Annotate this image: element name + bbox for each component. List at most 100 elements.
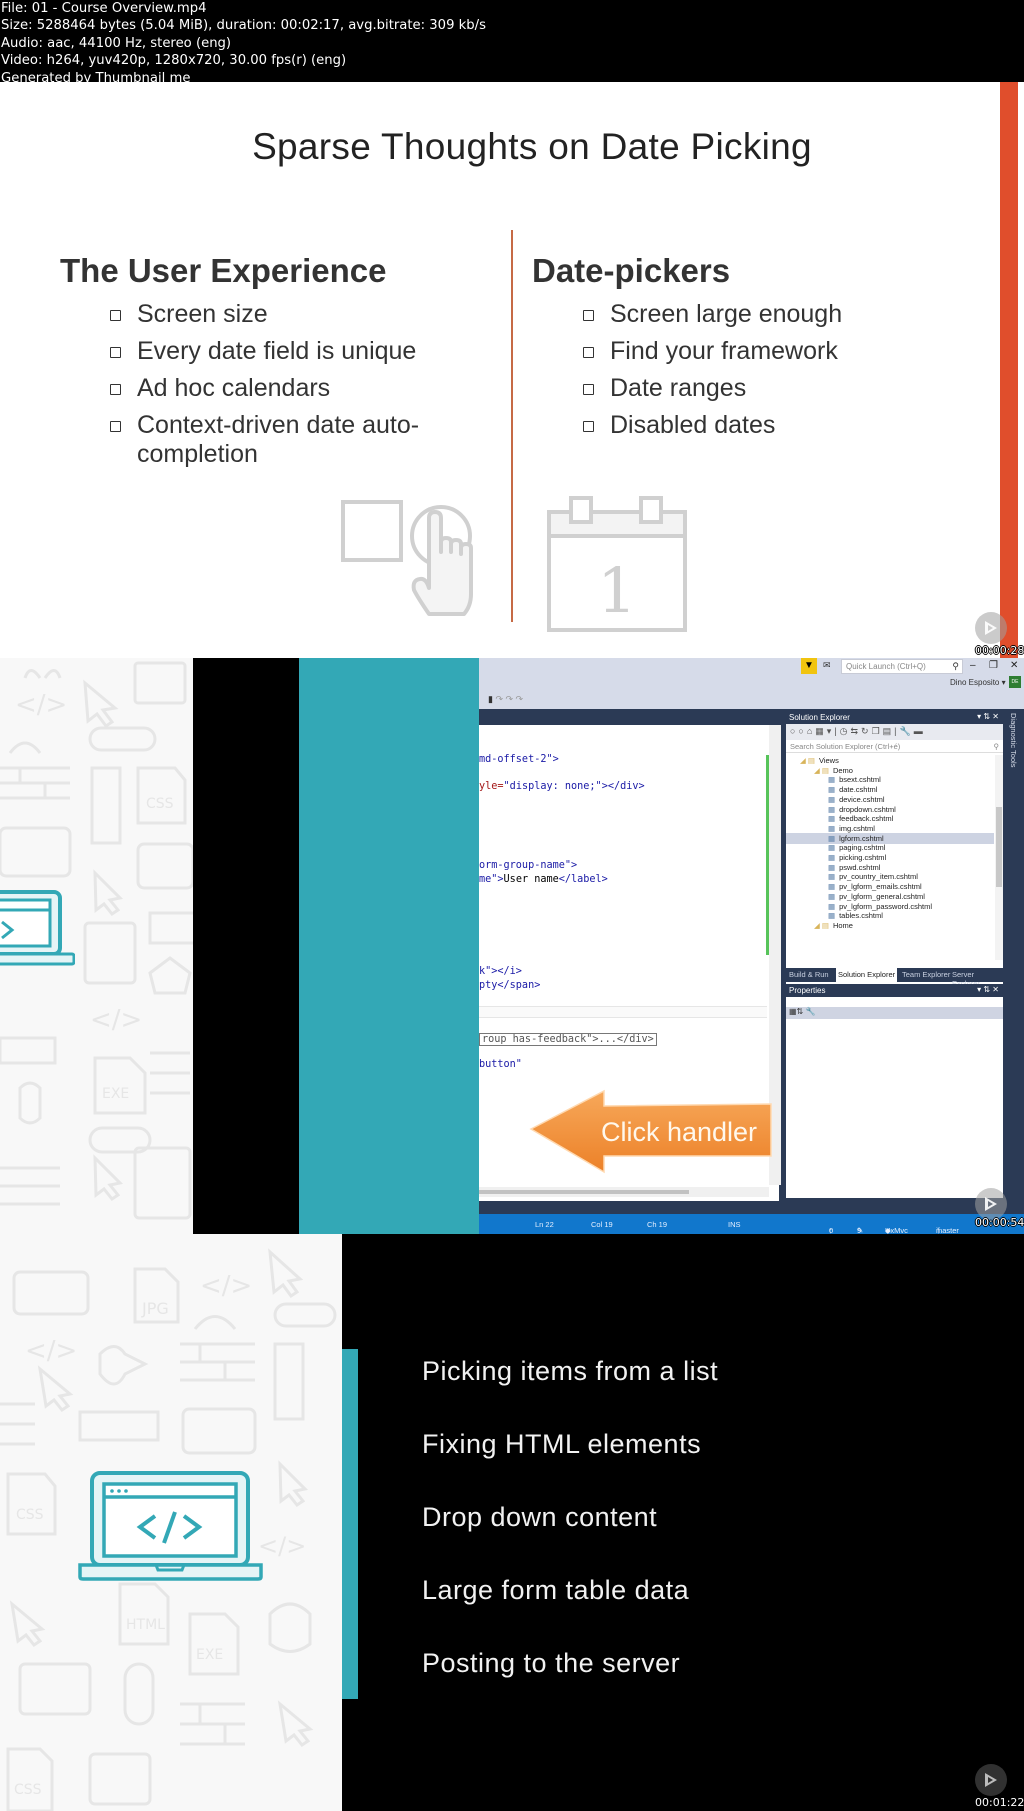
outline-item: Posting to the server <box>422 1648 681 1678</box>
status-insert-mode: INS <box>728 1220 741 1229</box>
folder-icon: ◢ ▤ <box>800 756 815 765</box>
properties-panel: Properties ▾ ⇅ ✕ ▦⇅ 🔧 <box>786 984 1003 1198</box>
svg-text:</>: </> <box>258 1532 306 1560</box>
feedback-icon[interactable]: ✉ <box>823 660 831 671</box>
solution-explorer-header: Solution Explorer ▾ ⇅ ✕ <box>786 711 1003 724</box>
video-file-info: File: 01 - Course Overview.mp4 Size: 528… <box>0 0 1024 86</box>
properties-header: Properties ▾ ⇅ ✕ <box>786 984 1003 997</box>
calendar-day-number: 1 <box>597 554 636 627</box>
tree-folder[interactable]: ◢ ▤ Home <box>786 920 853 931</box>
thumbnail-frame-3: JPG </> </> CSS </> HTML EXE CSS Picking… <box>0 1234 1024 1811</box>
visual-studio-window: ▼ ✉ Quick Launch (Ctrl+Q) ⚲ – ❐ ✕ Dino E… <box>479 658 1024 1234</box>
editor-horizontal-scrollbar[interactable] <box>479 1187 769 1197</box>
svg-text:CSS: CSS <box>16 1507 44 1523</box>
search-icon: ⚲ <box>952 661 959 671</box>
code-line: yle="display: none;"></div> <box>479 781 645 792</box>
cshtml-file-icon: ▦ <box>828 785 836 795</box>
solution-explorer-toolbar[interactable]: ○○⌂▦▾|◷⇆↻❐▤|🔧▬ <box>786 724 1003 740</box>
touch-tap-icon <box>341 500 473 616</box>
checkbox-bullet-icon <box>110 421 121 432</box>
checkbox-bullet-icon <box>110 384 121 395</box>
audio-info-line: Audio: aac, 44100 Hz, stereo (eng) <box>1 35 232 51</box>
checkbox-bullet-icon <box>583 421 594 432</box>
bookmark-toolbar[interactable]: ▮ ↷ ↷ ↷ <box>488 694 523 705</box>
svg-text:EXE: EXE <box>102 1086 129 1102</box>
thumbnail-frame-2: </> CSS </> EXE ▼ ✉ Quick Launch (Ctrl+Q… <box>0 658 1024 1234</box>
checkbox-bullet-icon <box>583 347 594 358</box>
signed-in-user[interactable]: Dino Esposito ▾ <box>950 678 1006 687</box>
outline-item: Large form table data <box>422 1575 690 1605</box>
cshtml-file-icon: ▦ <box>828 882 836 892</box>
tree-scrollbar[interactable] <box>995 755 1003 960</box>
bullet-item: Context-driven date auto-completion <box>110 411 490 469</box>
status-bar: Ln 22 Col 19 Ch 19 INS ↑ 0 ✎ 9 ◆ UxMvc ᛉ… <box>479 1214 1024 1234</box>
cshtml-file-icon: ▦ <box>828 862 836 872</box>
teal-band <box>299 658 479 1234</box>
checkbox-bullet-icon <box>110 310 121 321</box>
callout-text: Click handler <box>601 1117 757 1147</box>
folder-icon: ◢ ▤ <box>814 920 829 930</box>
bullet-item: Screen size <box>110 300 490 329</box>
svg-text:CSS: CSS <box>14 1782 42 1798</box>
pluralsight-play-icon <box>975 612 1007 644</box>
scroll-thumb[interactable] <box>479 1190 689 1194</box>
code-line: md-offset-2"> <box>479 754 559 765</box>
bullet-item: Every date field is unique <box>110 337 490 366</box>
video-info-line: Video: h264, yuv420p, 1280x720, 30.00 fp… <box>1 53 347 69</box>
icon-pattern-background: </> CSS </> EXE <box>0 658 197 1234</box>
close-button[interactable]: ✕ <box>1010 660 1018 671</box>
collapsed-code-region[interactable]: roup has-feedback">...</div> <box>479 1033 657 1046</box>
cshtml-file-icon: ▦ <box>828 814 836 824</box>
checkbox-bullet-icon <box>583 310 594 321</box>
svg-text:</>: </> <box>15 690 67 720</box>
cshtml-file-icon: ▦ <box>828 823 836 833</box>
slide-title: Sparse Thoughts on Date Picking <box>252 126 812 167</box>
file-size-line: Size: 5288464 bytes (5.04 MiB), duration… <box>1 18 486 34</box>
cshtml-file-icon: ▦ <box>828 794 836 804</box>
solution-explorer-search[interactable]: Search Solution Explorer (Ctrl+é) ⚲ <box>786 740 1003 753</box>
code-line: k"></i> <box>479 966 522 977</box>
editor-tab-bar <box>479 709 785 725</box>
user-avatar[interactable]: DE <box>1009 676 1021 688</box>
status-char: Ch 19 <box>647 1220 668 1229</box>
outline-item: Drop down content <box>422 1502 658 1532</box>
cshtml-file-icon: ▦ <box>828 843 836 853</box>
cshtml-file-icon: ▦ <box>828 901 836 911</box>
outline-item: Picking items from a list <box>422 1356 719 1386</box>
column-divider <box>511 230 513 622</box>
tab-build-run[interactable]: Build & Run <box>789 970 829 979</box>
cshtml-file-icon: ▦ <box>828 872 836 882</box>
laptop-code-icon <box>78 1471 263 1581</box>
calendar-icon: 1 <box>547 496 687 632</box>
cshtml-file-icon: ▦ <box>828 891 836 901</box>
panel-controls[interactable]: ▾ ⇅ ✕ <box>977 985 999 994</box>
teal-accent-strip <box>342 1349 358 1699</box>
status-column: Col 19 <box>591 1220 613 1229</box>
bullet-item: Screen large enough <box>583 300 943 329</box>
outline-item: Fixing HTML elements <box>422 1429 702 1459</box>
frame-timestamp: 00:01:22 <box>975 1796 1024 1809</box>
file-name-line: File: 01 - Course Overview.mp4 <box>1 1 207 16</box>
status-line: Ln 22 <box>535 1220 554 1229</box>
quick-launch-input[interactable]: Quick Launch (Ctrl+Q) ⚲ <box>841 659 963 674</box>
diagnostic-tools-strip[interactable]: Diagnostic Tools <box>1005 711 1024 1201</box>
cshtml-file-icon: ▦ <box>828 775 836 785</box>
left-bullet-list: Screen size Every date field is unique A… <box>110 300 490 477</box>
restore-button[interactable]: ❐ <box>989 660 998 671</box>
scroll-thumb[interactable] <box>996 807 1002 887</box>
thumbnail-frame-1: Sparse Thoughts on Date Picking The User… <box>0 82 1024 658</box>
properties-toolbar[interactable]: ▦⇅ 🔧 <box>786 1007 1003 1019</box>
search-icon: ⚲ <box>993 742 1000 751</box>
code-line: pty</span> <box>479 980 541 991</box>
svg-text:EXE: EXE <box>196 1647 223 1663</box>
course-outline-list: Picking items from a list Fixing HTML el… <box>422 1354 718 1719</box>
tab-solution-explorer[interactable]: Solution Explorer <box>836 968 898 982</box>
svg-text:</>: </> <box>90 1005 142 1035</box>
svg-text:HTML: HTML <box>126 1617 165 1633</box>
minimize-button[interactable]: – <box>970 660 976 671</box>
panel-controls[interactable]: ▾ ⇅ ✕ <box>977 712 999 721</box>
filter-icon[interactable]: ▼ <box>801 658 817 674</box>
tab-team-explorer[interactable]: Team Explorer <box>902 970 950 979</box>
bullet-item: Disabled dates <box>583 411 943 440</box>
svg-text:</>: </> <box>25 1336 77 1366</box>
